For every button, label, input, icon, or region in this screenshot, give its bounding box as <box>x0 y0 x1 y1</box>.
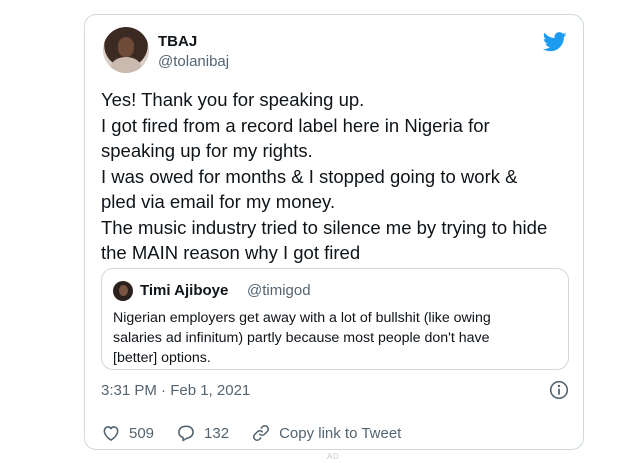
tweet-line: I got fired from a record label here in … <box>101 114 490 136</box>
tweet-line: pled via email for my money. <box>101 191 336 212</box>
quoted-author-avatar <box>113 281 133 301</box>
author-handle[interactable]: @tolanibaj <box>158 53 229 70</box>
author-avatar[interactable] <box>103 27 149 73</box>
tweet-line: speaking up for my rights. <box>101 140 313 161</box>
ad-label: AD <box>327 452 340 461</box>
reply-button[interactable]: 132 <box>176 423 229 443</box>
copy-link-label: Copy link to Tweet <box>279 424 402 442</box>
twitter-bird-icon[interactable] <box>543 32 567 52</box>
like-count: 509 <box>129 424 155 442</box>
tweet-line: The music industry tried to silence me b… <box>101 216 548 238</box>
tweet-actions: 509 132 Copy link to Tweet <box>101 422 423 444</box>
author-name[interactable]: TBAJ <box>158 33 197 50</box>
tweet-line: Yes! Thank you for speaking up. <box>101 89 365 110</box>
quoted-tweet[interactable]: Timi Ajiboye @timigod Nigerian employers… <box>101 268 569 370</box>
avatar-body <box>111 57 141 73</box>
reply-count: 132 <box>204 424 230 442</box>
quoted-tweet-text: Nigerian employers get away with a lot o… <box>113 308 553 368</box>
tweet-card[interactable]: TBAJ @tolanibaj Yes! Thank you for speak… <box>84 14 584 450</box>
copy-link-button[interactable]: Copy link to Tweet <box>251 423 401 443</box>
quoted-line: Nigerian employers get away with a lot o… <box>113 310 491 326</box>
avatar-face <box>118 37 134 57</box>
heart-icon <box>103 426 119 441</box>
info-icon[interactable] <box>549 380 569 400</box>
tweet-text: Yes! Thank you for speaking up. I got fi… <box>101 87 571 266</box>
quoted-author-handle: @timigod <box>247 282 311 299</box>
quoted-line: salaries ad infinitum) partly because mo… <box>113 330 490 346</box>
reply-icon <box>178 425 194 442</box>
quoted-line: [better] options. <box>113 350 211 366</box>
tweet-line: I was owed for months & I stopped going … <box>101 165 518 187</box>
quoted-avatar-face <box>119 285 128 296</box>
like-button[interactable]: 509 <box>101 423 154 443</box>
quoted-author-name: Timi Ajiboye <box>140 282 229 299</box>
tweet-timestamp[interactable]: 3:31 PM · Feb 1, 2021 <box>101 382 250 399</box>
link-icon <box>253 425 270 441</box>
tweet-line: the MAIN reason why I got fired <box>101 242 361 263</box>
